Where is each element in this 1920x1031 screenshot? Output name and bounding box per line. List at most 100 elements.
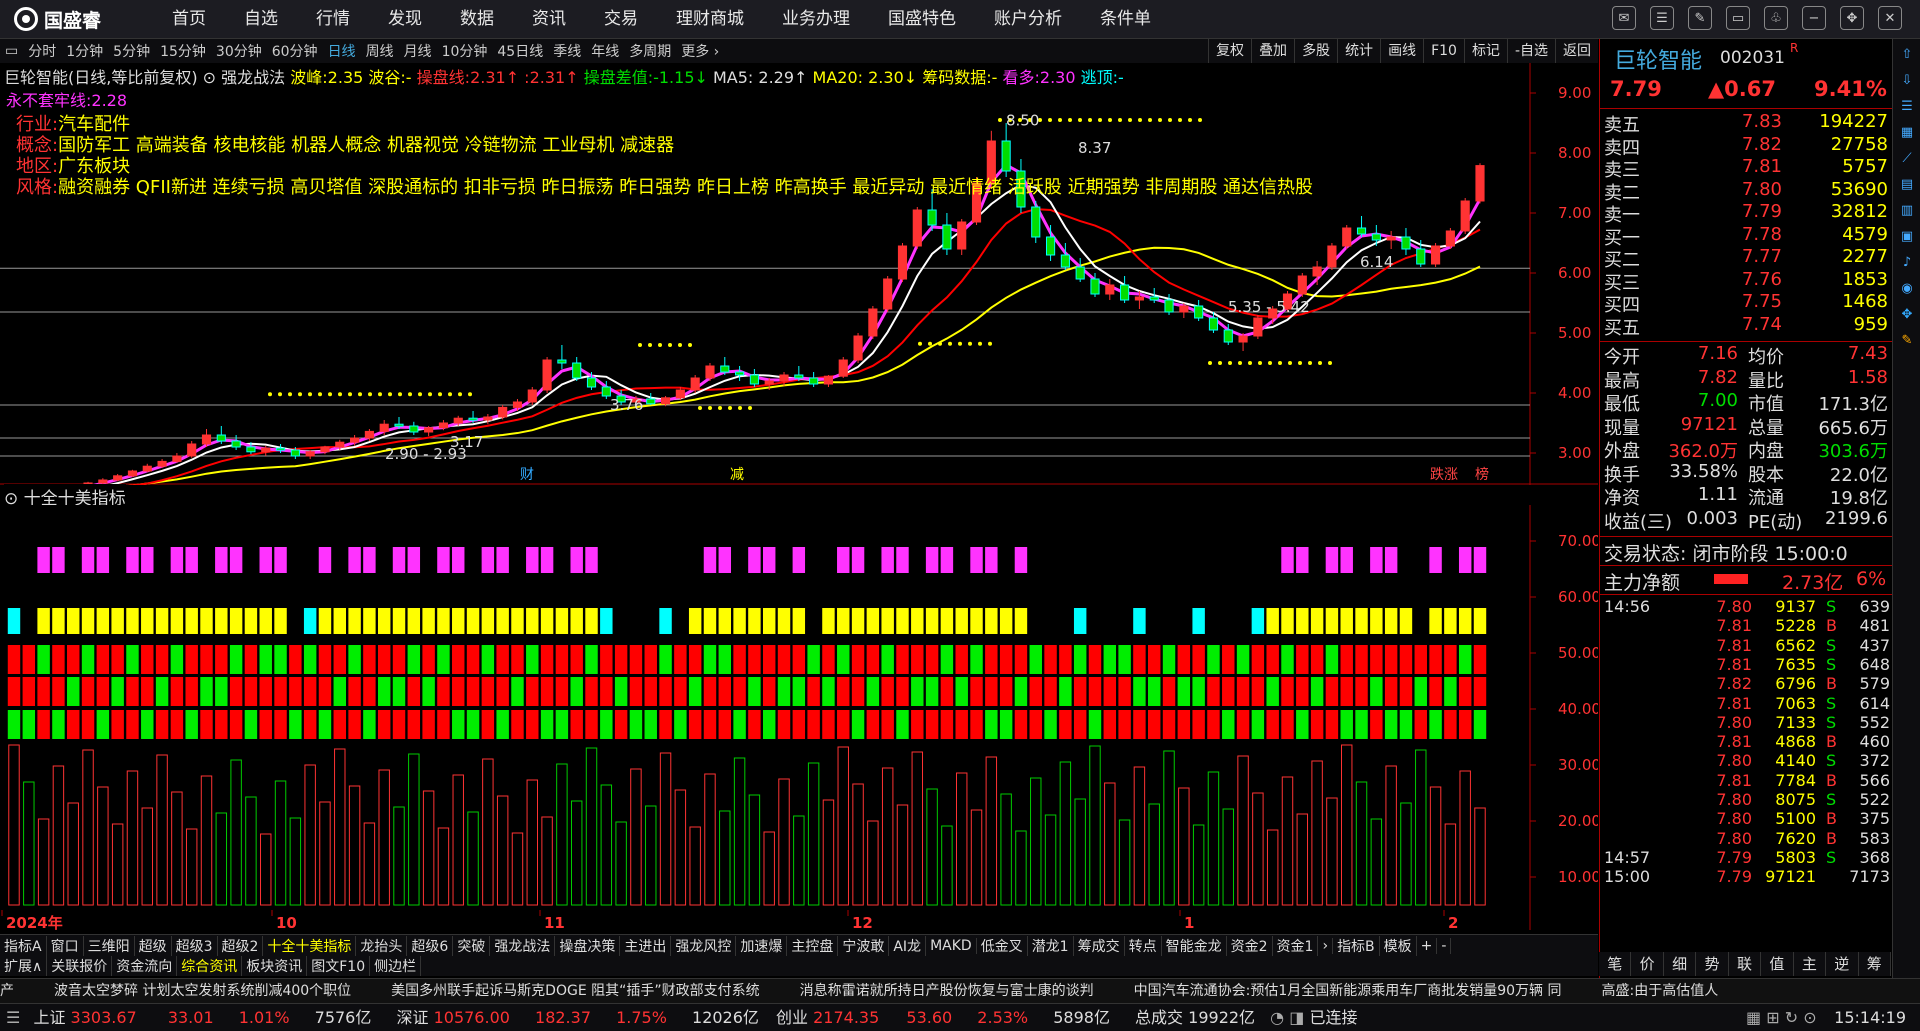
candle[interactable] <box>127 469 138 477</box>
collapse-icon[interactable]: ▭ <box>0 43 23 59</box>
maximize-icon[interactable]: ✥ <box>1840 6 1864 30</box>
indicator-tab-20[interactable]: 潜龙1 <box>1028 936 1074 956</box>
refresh-icon[interactable]: ◔ <box>1270 1008 1284 1027</box>
candle[interactable] <box>1327 243 1337 270</box>
menu-item-1[interactable]: 自选 <box>244 0 278 38</box>
buy-row[interactable]: 买四 7.75 1468 <box>1600 291 1892 316</box>
indicator-tab-17[interactable]: AI龙 <box>889 936 927 956</box>
indicator-tab-27[interactable]: 指标B <box>1333 936 1380 956</box>
quote-tab-2[interactable]: 细 <box>1664 952 1697 976</box>
news-item-3[interactable]: 消息称雷诺就所持日产股份恢复与富士康的谈判 <box>800 983 1094 999</box>
indicator-tab-18[interactable]: MAKD <box>926 938 977 954</box>
app-logo[interactable]: 国盛睿 <box>14 6 101 32</box>
buy-row[interactable]: 买一 7.78 4579 <box>1600 224 1892 249</box>
menu-item-11[interactable]: 条件单 <box>1100 0 1151 38</box>
indicator-tab-6[interactable]: 十全十美指标 <box>263 936 357 956</box>
candle[interactable] <box>1253 315 1263 339</box>
quote-tab-3[interactable]: 势 <box>1696 952 1729 976</box>
menu-item-6[interactable]: 交易 <box>604 0 638 38</box>
chart-tool-7[interactable]: -自选 <box>1506 39 1555 63</box>
quote-tab-6[interactable]: 主 <box>1794 952 1827 976</box>
indicator-tab-19[interactable]: 低金叉 <box>977 936 1028 956</box>
quote-tab-5[interactable]: 值 <box>1761 952 1794 976</box>
candle[interactable] <box>1475 163 1485 204</box>
quote-tab-0[interactable]: 笔 <box>1599 952 1632 976</box>
menu-item-4[interactable]: 数据 <box>460 0 494 38</box>
ext-tab-6[interactable]: 侧边栏 <box>370 956 422 976</box>
indicator-tab-26[interactable]: › <box>1318 938 1334 954</box>
ext-tab-0[interactable]: 扩展∧ <box>0 956 48 976</box>
skin-icon[interactable]: ♧ <box>1764 6 1788 30</box>
ext-tab-2[interactable]: 资金流向 <box>112 956 178 976</box>
chart-tool-8[interactable]: 返回 <box>1555 39 1598 63</box>
period-4[interactable]: 30分钟 <box>211 41 267 61</box>
candle[interactable] <box>838 357 848 378</box>
grid-icon[interactable]: ▤ <box>1897 175 1917 195</box>
indicator-tab-1[interactable]: 窗口 <box>47 936 84 956</box>
candle[interactable] <box>1431 243 1441 267</box>
ext-tab-4[interactable]: 板块资讯 <box>242 956 308 976</box>
candle[interactable] <box>897 243 908 282</box>
news-item-4[interactable]: 中国汽车流通协会:预估1月全国新能源乘用车厂商批发销量90万辆 同 <box>1134 983 1562 999</box>
indicator-tab-9[interactable]: 突破 <box>453 936 491 956</box>
candle[interactable] <box>883 276 893 312</box>
indicator-tab-5[interactable]: 超级2 <box>218 936 264 956</box>
candle[interactable] <box>498 405 508 420</box>
minimize-icon[interactable]: − <box>1802 6 1826 30</box>
indicator-tab-8[interactable]: 超级6 <box>407 936 454 956</box>
arrow-down-icon[interactable]: ⇩ <box>1897 71 1917 91</box>
status-tool-icons[interactable]: ▦ ⊞ ↻ ⊙ <box>1746 1004 1817 1031</box>
indicator-tab-2[interactable]: 三维阳 <box>84 936 135 956</box>
quote-tab-1[interactable]: 价 <box>1631 952 1664 976</box>
menu-item-9[interactable]: 国盛特色 <box>888 0 956 38</box>
news-ticker[interactable]: 产 波音太空梦碎 计划太空发射系统削减400个职位 美国多州联手起诉马斯克DOGE … <box>0 978 1920 1003</box>
indicator-tab-23[interactable]: 智能金龙 <box>1162 936 1227 956</box>
message-icon[interactable]: ✉ <box>1612 6 1636 30</box>
buy-row[interactable]: 买五 7.74 959 <box>1600 314 1892 339</box>
candle[interactable] <box>542 357 552 393</box>
period-3[interactable]: 15分钟 <box>155 41 211 61</box>
menu-item-5[interactable]: 资讯 <box>532 0 566 38</box>
indicator-tab-21[interactable]: 筹成交 <box>1074 936 1125 956</box>
indicator-tab-25[interactable]: 资金1 <box>1273 936 1319 956</box>
period-2[interactable]: 5分钟 <box>108 41 155 61</box>
menu-item-0[interactable]: 首页 <box>172 0 206 38</box>
event-marker[interactable]: 减 <box>730 467 744 483</box>
close-icon[interactable]: ✕ <box>1878 6 1902 30</box>
event-marker[interactable]: 榜 <box>1475 466 1489 483</box>
period-7[interactable]: 周线 <box>361 41 399 61</box>
candle[interactable] <box>868 306 878 339</box>
event-marker[interactable]: 跌涨 <box>1430 467 1458 483</box>
calendar-icon[interactable]: ▣ <box>1897 227 1917 247</box>
indicator-tab-15[interactable]: 主控盘 <box>787 936 839 956</box>
chart-tool-1[interactable]: 叠加 <box>1251 39 1294 63</box>
menu-item-7[interactable]: 理财商城 <box>676 0 744 38</box>
period-9[interactable]: 10分钟 <box>437 41 493 61</box>
indicator-tab-4[interactable]: 超级3 <box>172 936 218 956</box>
quote-tab-8[interactable]: 筹 <box>1859 952 1891 976</box>
chart-tool-4[interactable]: 画线 <box>1380 39 1423 63</box>
arrow-up-icon[interactable]: ⇧ <box>1897 45 1917 65</box>
indicator-tab-12[interactable]: 主进出 <box>620 936 672 956</box>
period-11[interactable]: 季线 <box>548 41 586 61</box>
candle[interactable] <box>1342 225 1352 249</box>
candle[interactable] <box>1445 228 1455 249</box>
dropdown-icon[interactable]: ⊙ <box>203 68 216 87</box>
indicator-tab-30[interactable]: - <box>1437 938 1452 954</box>
menu-item-3[interactable]: 发现 <box>388 0 422 38</box>
candle[interactable] <box>1460 198 1470 234</box>
menu-item-10[interactable]: 账户分析 <box>994 0 1062 38</box>
indicator-tab-11[interactable]: 操盘决策 <box>555 936 621 956</box>
ext-tab-5[interactable]: 图文F10 <box>307 956 371 976</box>
sell-row[interactable]: 卖三 7.81 5757 <box>1600 156 1892 181</box>
menu-item-8[interactable]: 业务办理 <box>782 0 850 38</box>
chart-tool-6[interactable]: 标记 <box>1463 39 1507 63</box>
period-14[interactable]: 更多 › <box>676 41 724 61</box>
indicator-tab-7[interactable]: 龙抬头 <box>356 936 408 956</box>
news-item-5[interactable]: 高盛:由于高估值人 <box>1602 983 1719 999</box>
chart-tool-3[interactable]: 统计 <box>1337 39 1380 63</box>
ext-tab-3[interactable]: 综合资讯 <box>177 956 243 976</box>
ext-tab-1[interactable]: 关联报价 <box>47 956 113 976</box>
indicator-tab-28[interactable]: 模板 <box>1380 936 1417 956</box>
quote-tab-4[interactable]: 联 <box>1729 952 1762 976</box>
